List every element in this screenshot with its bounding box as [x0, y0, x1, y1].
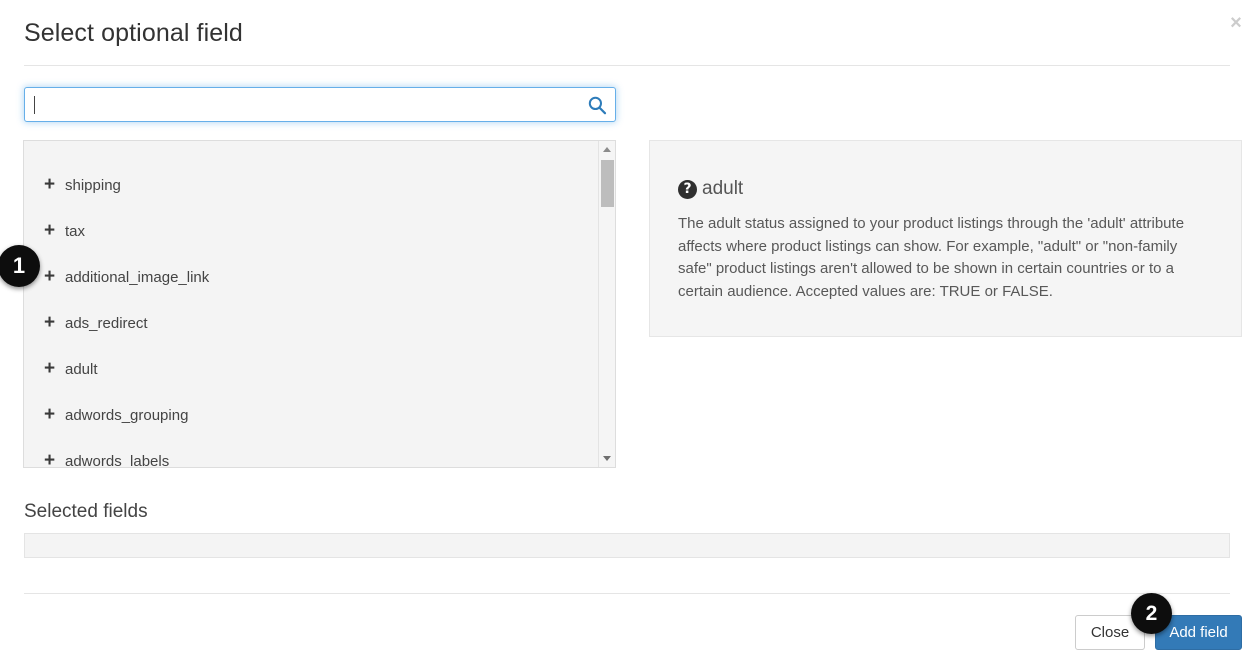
list-item[interactable]: +adwords_grouping — [24, 392, 599, 438]
list-item[interactable]: +shipping — [24, 162, 599, 208]
list-item-label: additional_image_link — [65, 255, 209, 301]
step-badge-1: 1 — [0, 245, 40, 287]
optional-field-list[interactable]: +shipping +tax +additional_image_link +a… — [23, 140, 616, 468]
list-item-label: adwords_labels — [65, 439, 169, 468]
list-item[interactable]: +ads_redirect — [24, 300, 599, 346]
help-panel-title: ? adult — [678, 177, 743, 201]
list-item-label: adwords_grouping — [65, 393, 188, 439]
list-item-label: adult — [65, 347, 98, 393]
plus-icon: + — [44, 392, 59, 438]
footer-divider — [24, 593, 1230, 594]
plus-icon: + — [44, 346, 59, 392]
list-item[interactable]: +additional_image_link — [24, 254, 599, 300]
list-item[interactable]: + tax — [24, 208, 599, 254]
help-panel-field-name: adult — [702, 178, 743, 199]
list-item-label: tax — [65, 209, 85, 255]
scrollbar-thumb[interactable] — [601, 160, 614, 207]
plus-icon: + — [44, 208, 59, 254]
select-optional-field-modal: Select optional field × +shipping +tax +… — [0, 0, 1254, 662]
list-item-label: ads_redirect — [65, 301, 148, 347]
plus-icon: + — [44, 438, 59, 468]
text-caret — [34, 96, 35, 114]
step-badge-2: 2 — [1131, 593, 1172, 634]
list-item[interactable]: +adwords_labels — [24, 438, 599, 468]
list-item[interactable]: +adult — [24, 346, 599, 392]
plus-icon: + — [44, 162, 59, 208]
field-list-items: +shipping +tax +additional_image_link +a… — [24, 141, 599, 467]
field-help-panel: ? adult The adult status assigned to your… — [649, 140, 1242, 337]
page-title: Select optional field — [24, 17, 243, 49]
list-scrollbar[interactable] — [598, 141, 615, 467]
header-divider — [24, 65, 1230, 66]
search-box[interactable] — [24, 87, 616, 122]
search-icon[interactable] — [587, 95, 607, 115]
list-item-label: shipping — [65, 163, 121, 209]
selected-fields-box[interactable] — [24, 533, 1230, 558]
scroll-down-icon[interactable] — [599, 450, 616, 467]
selected-fields-heading: Selected fields — [24, 500, 148, 524]
help-panel-description: The adult status assigned to your produc… — [678, 213, 1206, 303]
close-icon[interactable]: × — [1227, 12, 1245, 34]
plus-icon: + — [44, 300, 59, 346]
search-input[interactable] — [25, 88, 585, 121]
plus-icon: + — [44, 254, 59, 300]
scroll-up-icon[interactable] — [599, 141, 616, 158]
modal-header: Select optional field × — [0, 0, 1254, 66]
question-mark-circle-icon: ? — [678, 180, 697, 199]
